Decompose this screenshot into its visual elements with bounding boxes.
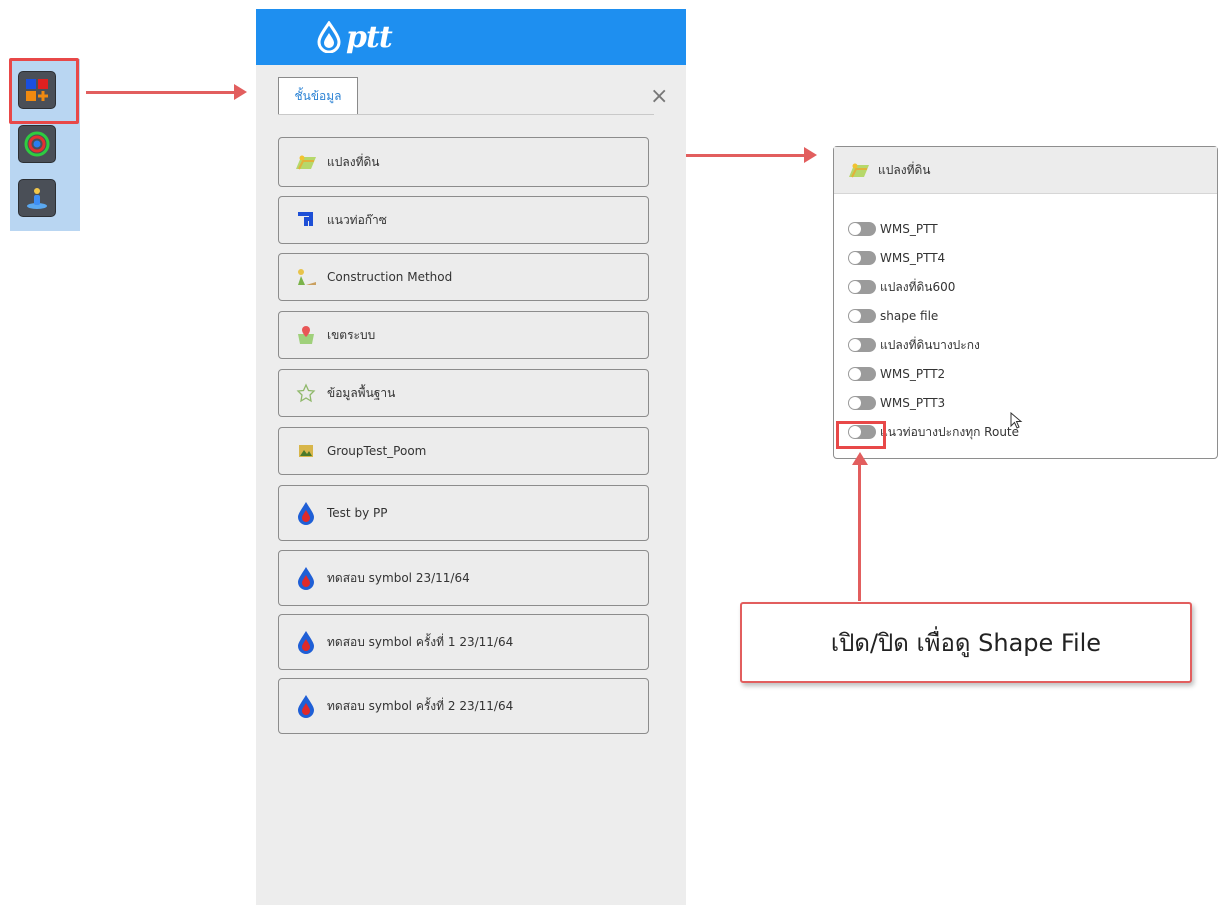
mouse-cursor-icon <box>1010 412 1023 429</box>
toggle-row[interactable]: WMS_PTT <box>848 219 938 239</box>
layer-button-gas-pipe[interactable]: แนวท่อก๊าซ <box>278 196 649 244</box>
toggle-highlight-box <box>836 421 886 449</box>
ptt-drop-icon <box>295 631 317 654</box>
person-location-icon <box>27 188 47 209</box>
toggle-label: WMS_PTT4 <box>880 251 946 265</box>
layer-label: Test by PP <box>327 506 388 520</box>
tab-row: ชั้นข้อมูล <box>278 77 654 115</box>
layer-button-boundary[interactable]: เขตระบบ <box>278 311 649 359</box>
person-location-button[interactable] <box>18 179 56 217</box>
layer-button-base-data[interactable]: ข้อมูลพื้นฐาน <box>278 369 649 417</box>
tab-layers[interactable]: ชั้นข้อมูล <box>278 77 358 114</box>
annotation-arrow-1-head <box>234 84 247 100</box>
toggle-switch[interactable] <box>848 222 876 236</box>
layer-label: แนวท่อก๊าซ <box>327 212 387 227</box>
toggle-switch[interactable] <box>848 338 876 352</box>
toggle-label: WMS_PTT3 <box>880 396 946 410</box>
panel-header: ptt <box>256 9 686 65</box>
toggle-row[interactable]: shape file <box>848 306 938 326</box>
ptt-drop-icon <box>295 695 317 718</box>
ptt-drop-logo-icon <box>317 21 341 53</box>
toggle-label: WMS_PTT <box>880 222 938 236</box>
toggle-row[interactable]: WMS_PTT2 <box>848 364 945 384</box>
land-parcel-icon <box>295 151 317 173</box>
annotation-arrow-3 <box>858 462 861 601</box>
toggle-label: แนวท่อบางปะกงทุก Route <box>880 424 1020 439</box>
toggle-label: shape file <box>880 309 939 323</box>
basemap-button[interactable] <box>18 125 56 163</box>
layer-panel: ptt ชั้นข้อมูล × แปลงที่ดิน แนวท่อก๊าซ C… <box>256 9 686 905</box>
callout-text: เปิด/ปิด เพื่อดู Shape File <box>830 629 1102 657</box>
annotation-arrow-3-head <box>852 452 868 465</box>
annotation-callout: เปิด/ปิด เพื่อดู Shape File <box>740 602 1192 683</box>
annotation-arrow-2 <box>686 154 806 157</box>
annotation-arrow-2-head <box>804 147 817 163</box>
land-parcel-icon <box>849 163 869 178</box>
mini-button-highlight-box <box>9 58 79 124</box>
layer-label: ทดสอบ symbol ครั้งที่ 2 23/11/64 <box>327 698 514 713</box>
layer-button-symbol-test-2[interactable]: ทดสอบ symbol ครั้งที่ 2 23/11/64 <box>278 678 649 734</box>
popup-title: แปลงที่ดิน <box>878 162 931 177</box>
layer-button-test-by-pp[interactable]: Test by PP <box>278 485 649 541</box>
toggle-switch[interactable] <box>848 309 876 323</box>
close-icon[interactable]: × <box>650 86 668 108</box>
layer-button-grouptest[interactable]: GroupTest_Poom <box>278 427 649 475</box>
toggle-switch[interactable] <box>848 280 876 294</box>
layer-label: เขตระบบ <box>327 327 376 342</box>
ptt-drop-icon <box>295 502 317 525</box>
sublayer-popup: แปลงที่ดิน WMS_PTT WMS_PTT4 แปลงที่ดิน60… <box>833 146 1218 459</box>
layer-button-symbol-test[interactable]: ทดสอบ symbol 23/11/64 <box>278 550 649 606</box>
toggle-label: แปลงที่ดิน600 <box>880 279 956 294</box>
toggle-label: WMS_PTT2 <box>880 367 946 381</box>
toggle-label: แปลงที่ดินบางปะกง <box>880 337 980 352</box>
construction-icon <box>295 266 317 288</box>
image-icon <box>295 440 317 462</box>
map-pin-icon <box>295 324 317 346</box>
logo-text: ptt <box>346 19 393 55</box>
basemap-circle-icon <box>24 131 50 157</box>
toggle-switch[interactable] <box>848 367 876 381</box>
toggle-row[interactable]: WMS_PTT3 <box>848 393 945 413</box>
layer-button-construction[interactable]: Construction Method <box>278 253 649 301</box>
layer-button-symbol-test-1[interactable]: ทดสอบ symbol ครั้งที่ 1 23/11/64 <box>278 614 649 670</box>
layer-label: ข้อมูลพื้นฐาน <box>327 385 396 400</box>
ptt-logo: ptt <box>316 19 393 55</box>
toggle-switch[interactable] <box>848 251 876 265</box>
layer-button-land-parcel[interactable]: แปลงที่ดิน <box>278 137 649 187</box>
layer-label: แปลงที่ดิน <box>327 154 380 169</box>
layer-label: ทดสอบ symbol ครั้งที่ 1 23/11/64 <box>327 634 514 649</box>
layer-label: Construction Method <box>327 270 453 284</box>
star-outline-icon <box>295 382 317 404</box>
gas-pipe-icon <box>295 209 317 231</box>
popup-header: แปลงที่ดิน <box>834 147 1217 194</box>
ptt-drop-icon <box>295 567 317 590</box>
layer-label: ทดสอบ symbol 23/11/64 <box>327 570 470 585</box>
toggle-row[interactable]: แปลงที่ดินบางปะกง <box>848 335 980 355</box>
toggle-switch[interactable] <box>848 396 876 410</box>
toggle-row[interactable]: WMS_PTT4 <box>848 248 945 268</box>
toggle-row[interactable]: แปลงที่ดิน600 <box>848 277 955 297</box>
annotation-arrow-1 <box>86 91 236 94</box>
layer-label: GroupTest_Poom <box>327 444 427 458</box>
